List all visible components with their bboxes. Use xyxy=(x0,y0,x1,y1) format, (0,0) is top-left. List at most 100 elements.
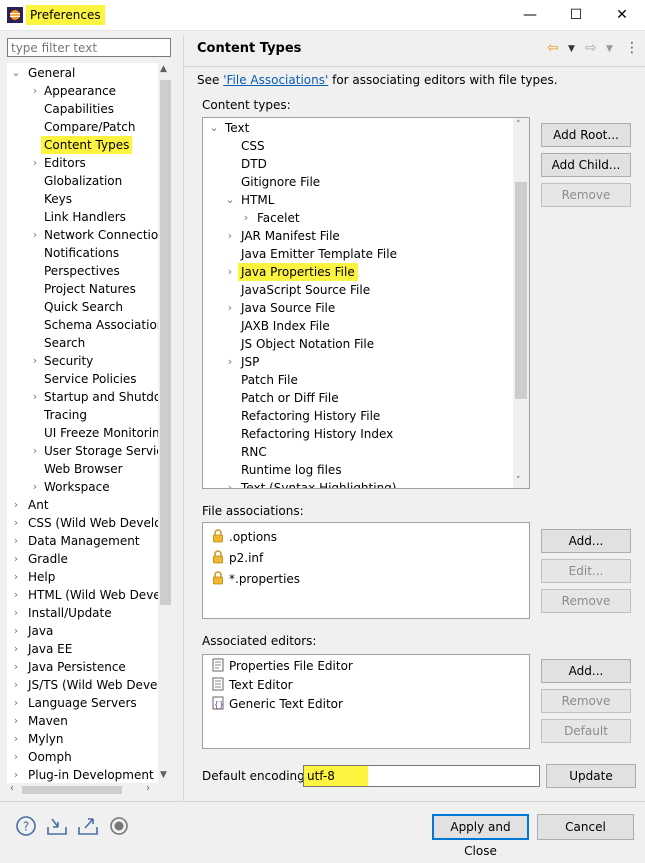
tree-item-editors[interactable]: Editors xyxy=(44,154,86,172)
back-menu-chevron-icon[interactable]: ▼ xyxy=(568,44,575,54)
tree-expand-chevron-icon[interactable]: › xyxy=(11,622,21,640)
update-button[interactable]: Update xyxy=(546,764,636,788)
tree-item-mylyn[interactable]: Mylyn xyxy=(28,730,64,748)
close-button[interactable]: ✕ xyxy=(599,0,645,30)
content-type-refactoring-history-file[interactable]: Refactoring History File xyxy=(241,407,380,425)
default-editor-button[interactable]: Default xyxy=(541,719,631,743)
tree-item-gradle[interactable]: Gradle xyxy=(28,550,68,568)
tree-item-help[interactable]: Help xyxy=(28,568,55,586)
tree-item-project-natures[interactable]: Project Natures xyxy=(44,280,136,298)
tree-expand-chevron-icon[interactable]: › xyxy=(30,442,40,460)
tree-item-html-wild-web-develo[interactable]: HTML (Wild Web Develo xyxy=(28,586,171,604)
apply-and-close-button[interactable]: Apply and Close xyxy=(432,814,529,858)
scroll-right-arrow-icon[interactable]: › xyxy=(146,783,150,794)
tree-item-search[interactable]: Search xyxy=(44,334,85,352)
tree-expand-chevron-icon[interactable]: › xyxy=(225,227,235,245)
tree-expand-chevron-icon[interactable]: › xyxy=(11,766,21,783)
export-icon[interactable] xyxy=(77,815,99,837)
tree-expand-chevron-icon[interactable]: › xyxy=(11,496,21,514)
content-type-css[interactable]: CSS xyxy=(241,137,265,155)
tree-item-language-servers[interactable]: Language Servers xyxy=(28,694,137,712)
tree-expand-chevron-icon[interactable]: › xyxy=(11,514,21,532)
tree-item-ui-freeze-monitoring[interactable]: UI Freeze Monitoring xyxy=(44,424,167,442)
tree-expand-chevron-icon[interactable]: › xyxy=(11,640,21,658)
scroll-up-arrow-icon[interactable]: ▲ xyxy=(160,64,167,74)
tree-expand-chevron-icon[interactable]: › xyxy=(11,550,21,568)
tree-item-appearance[interactable]: Appearance xyxy=(44,82,116,100)
tree-item-notifications[interactable]: Notifications xyxy=(44,244,119,262)
tree-horizontal-scroll-thumb[interactable] xyxy=(22,786,122,794)
tree-expand-chevron-icon[interactable]: › xyxy=(225,353,235,371)
scroll-left-arrow-icon[interactable]: ‹ xyxy=(10,783,14,794)
file-associations-link[interactable]: 'File Associations' xyxy=(223,73,328,87)
tree-expand-chevron-icon[interactable]: › xyxy=(11,586,21,604)
tree-item-java-ee[interactable]: Java EE xyxy=(28,640,72,658)
content-types-scrollbar[interactable]: ˄ ˅ xyxy=(513,118,529,488)
add-file-association-button[interactable]: Add... xyxy=(541,529,631,553)
sash-divider[interactable] xyxy=(183,36,184,801)
tree-item-java-persistence[interactable]: Java Persistence xyxy=(28,658,126,676)
file-association-item[interactable]: *.properties xyxy=(211,569,300,589)
tree-item-startup-and-shutdow[interactable]: Startup and Shutdow xyxy=(44,388,171,406)
import-icon[interactable] xyxy=(46,815,68,837)
content-type-text[interactable]: Text xyxy=(225,119,249,137)
tree-expand-chevron-icon[interactable]: › xyxy=(30,82,40,100)
content-type-javascript-source-file[interactable]: JavaScript Source File xyxy=(241,281,370,299)
content-type-java-emitter-template-file[interactable]: Java Emitter Template File xyxy=(241,245,397,263)
content-type-java-source-file[interactable]: Java Source File xyxy=(241,299,335,317)
content-type-rnc[interactable]: RNC xyxy=(241,443,267,461)
help-icon[interactable]: ? xyxy=(15,815,37,837)
content-type-js-object-notation-file[interactable]: JS Object Notation File xyxy=(241,335,374,353)
tree-item-globalization[interactable]: Globalization xyxy=(44,172,122,190)
tree-item-link-handlers[interactable]: Link Handlers xyxy=(44,208,126,226)
tree-expand-chevron-icon[interactable]: › xyxy=(11,658,21,676)
tree-item-install-update[interactable]: Install/Update xyxy=(28,604,112,622)
remove-editor-button[interactable]: Remove xyxy=(541,689,631,713)
tree-item-plug-in-development[interactable]: Plug-in Development xyxy=(28,766,154,783)
tree-item-capabilities[interactable]: Capabilities xyxy=(44,100,114,118)
tree-item-security[interactable]: Security xyxy=(44,352,93,370)
tree-expand-chevron-icon[interactable]: › xyxy=(11,568,21,586)
scroll-down-arrow-icon[interactable]: ˅ xyxy=(516,476,521,486)
content-type-jaxb-index-file[interactable]: JAXB Index File xyxy=(241,317,330,335)
tree-expand-chevron-icon[interactable]: › xyxy=(11,694,21,712)
scroll-up-arrow-icon[interactable]: ˄ xyxy=(516,120,521,130)
tree-expand-chevron-icon[interactable]: › xyxy=(30,154,40,172)
associated-editor-item[interactable]: Properties File Editor xyxy=(211,656,353,676)
forward-arrow-icon[interactable]: ⇨ xyxy=(585,40,597,56)
tree-collapse-chevron-icon[interactable]: ⌄ xyxy=(11,64,21,82)
tree-item-keys[interactable]: Keys xyxy=(44,190,72,208)
tree-expand-chevron-icon[interactable]: › xyxy=(30,388,40,406)
tree-expand-chevron-icon[interactable]: › xyxy=(241,209,251,227)
tree-item-tracing[interactable]: Tracing xyxy=(44,406,87,424)
oomph-record-icon[interactable] xyxy=(108,815,130,837)
view-menu-icon[interactable]: ⋮ xyxy=(625,40,639,56)
add-root-button[interactable]: Add Root... xyxy=(541,123,631,147)
tree-item-workspace[interactable]: Workspace xyxy=(44,478,110,496)
tree-item-perspectives[interactable]: Perspectives xyxy=(44,262,120,280)
tree-expand-chevron-icon[interactable]: › xyxy=(225,263,235,281)
minimize-button[interactable]: — xyxy=(507,0,553,30)
edit-file-association-button[interactable]: Edit... xyxy=(541,559,631,583)
content-type-runtime-log-files[interactable]: Runtime log files xyxy=(241,461,342,479)
tree-vertical-scroll-thumb[interactable] xyxy=(160,80,171,605)
tree-item-css-wild-web-develop[interactable]: CSS (Wild Web Develop xyxy=(28,514,169,532)
tree-item-data-management[interactable]: Data Management xyxy=(28,532,140,550)
tree-item-ant[interactable]: Ant xyxy=(28,496,49,514)
content-type-java-properties-file[interactable]: Java Properties File xyxy=(238,263,358,281)
tree-item-quick-search[interactable]: Quick Search xyxy=(44,298,123,316)
add-child-button[interactable]: Add Child... xyxy=(541,153,631,177)
content-type-refactoring-history-index[interactable]: Refactoring History Index xyxy=(241,425,393,443)
tree-item-maven[interactable]: Maven xyxy=(28,712,68,730)
tree-item-web-browser[interactable]: Web Browser xyxy=(44,460,123,478)
tree-expand-chevron-icon[interactable]: › xyxy=(30,352,40,370)
tree-expand-chevron-icon[interactable]: › xyxy=(30,478,40,496)
content-type-facelet[interactable]: Facelet xyxy=(257,209,300,227)
associated-editor-item[interactable]: {} Generic Text Editor xyxy=(211,694,343,714)
tree-item-general[interactable]: General xyxy=(28,64,75,82)
content-type-dtd[interactable]: DTD xyxy=(241,155,267,173)
tree-item-network-connection[interactable]: Network Connection xyxy=(44,226,166,244)
tree-item-service-policies[interactable]: Service Policies xyxy=(44,370,137,388)
default-encoding-input[interactable] xyxy=(303,765,540,787)
remove-file-association-button[interactable]: Remove xyxy=(541,589,631,613)
